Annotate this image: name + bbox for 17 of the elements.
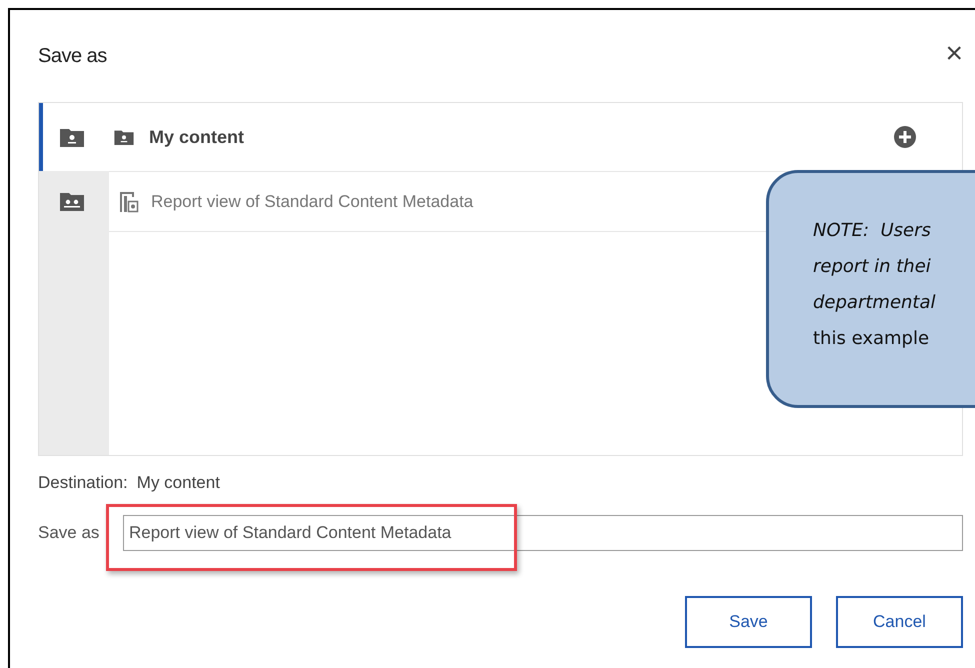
report-item[interactable]: Report view of Standard Content Metadata [151, 192, 474, 212]
save-as-label: Save as [38, 523, 100, 543]
add-icon[interactable] [894, 126, 916, 148]
personal-folder-tab[interactable] [39, 103, 109, 171]
close-button[interactable]: × [945, 39, 963, 73]
folder-label[interactable]: My content [149, 126, 880, 148]
user-folder-icon [113, 129, 135, 145]
user-folder-icon [60, 127, 84, 147]
team-folder-icon [60, 191, 84, 211]
note-text: NOTE: Users report in thei departmental this example [813, 219, 937, 351]
destination-label: Destination: [38, 473, 128, 493]
dialog-title: Save as [38, 44, 107, 68]
save-button[interactable]: Save [685, 596, 812, 648]
report-view-icon [119, 190, 139, 212]
cancel-button[interactable]: Cancel [836, 596, 963, 648]
destination-value: My content [136, 473, 220, 493]
name-field[interactable]: Report view of Standard Content Metadata [123, 515, 963, 551]
